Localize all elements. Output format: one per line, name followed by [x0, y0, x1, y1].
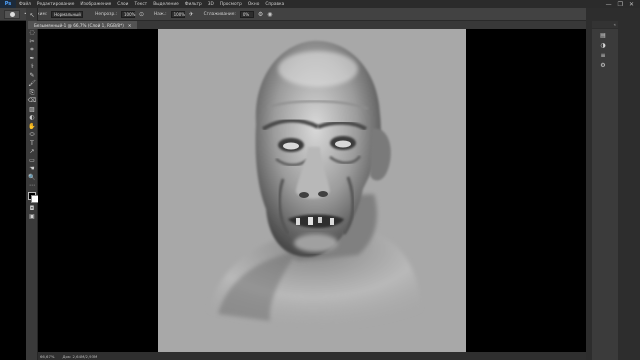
crop-tool-icon[interactable]: ⌗: [26, 46, 38, 55]
document-tab-title: Безымянный-1 @ 66,7% (Слой 1, RGB/8*): [34, 22, 124, 28]
menu-edit[interactable]: Редактирование: [34, 2, 78, 7]
path-select-tool-icon[interactable]: ↗: [26, 148, 38, 157]
pressure-size-icon[interactable]: ◉: [267, 11, 272, 18]
window-controls: — ❐ ✕: [606, 1, 640, 8]
brush-tool-icon[interactable]: 🖌: [26, 80, 38, 89]
menu-type[interactable]: Текст: [131, 2, 150, 7]
clone-stamp-tool-icon[interactable]: ⎘: [26, 89, 38, 98]
history-panel-icon[interactable]: ▤: [596, 31, 610, 39]
properties-panel-icon[interactable]: ⚙: [596, 61, 610, 69]
opacity-value: 100%: [124, 11, 136, 17]
flow-field[interactable]: 100%: [170, 10, 186, 18]
menu-window[interactable]: Окно: [245, 2, 262, 7]
collapse-panels-button[interactable]: «: [592, 21, 618, 28]
mode-value: Нормальный: [54, 11, 81, 17]
outside-area: [0, 8, 26, 360]
type-tool-icon[interactable]: T: [26, 140, 38, 149]
smoothing-value: 0%: [242, 11, 250, 17]
close-button[interactable]: ✕: [629, 1, 634, 8]
screen-mode-icon[interactable]: ▣: [26, 213, 38, 222]
smoothing-field[interactable]: 0%: [239, 10, 254, 18]
tab-close-icon[interactable]: ✕: [128, 23, 132, 28]
menu-filter[interactable]: Фильтр: [182, 2, 205, 7]
collapse-arrow-icon: «: [613, 22, 616, 27]
edit-toolbar-icon[interactable]: ⋯: [26, 182, 38, 191]
right-panel-dock: « ▤ ◑ ≡ ⚙: [586, 8, 640, 360]
hand-pan-tool-icon[interactable]: ☚: [26, 165, 38, 174]
pencil-tool-icon[interactable]: ✎: [26, 72, 38, 81]
workspace: [38, 29, 586, 352]
color-panel-icon[interactable]: ◑: [596, 41, 610, 49]
smoothing-label: Сглаживание:: [203, 11, 236, 17]
document-canvas[interactable]: [158, 29, 466, 352]
menu-3d[interactable]: 3D: [205, 2, 217, 7]
options-bar: • Режим: Нормальный Непрозр.: 100% ⊙ Наж…: [0, 8, 640, 21]
healing-tool-icon[interactable]: ⚕: [26, 63, 38, 72]
menu-image[interactable]: Изображение: [77, 2, 114, 7]
eyedropper-tool-icon[interactable]: ✒: [26, 55, 38, 64]
document-tab-bar: Безымянный-1 @ 66,7% (Слой 1, RGB/8*) ✕: [28, 21, 594, 29]
flow-value: 100%: [173, 11, 186, 17]
menu-bar: Ps Файл Редактирование Изображение Слои …: [0, 0, 640, 8]
shape-tool-icon[interactable]: ▭: [26, 157, 38, 166]
app-logo: Ps: [0, 0, 16, 8]
maximize-button[interactable]: ❐: [618, 1, 623, 8]
move-tool-icon[interactable]: ↖: [26, 12, 38, 21]
color-swatches[interactable]: [26, 191, 39, 205]
menu-layer[interactable]: Слои: [114, 2, 131, 7]
brush-icon: [9, 11, 15, 17]
menu-view[interactable]: Просмотр: [217, 2, 245, 7]
settings-gear-icon[interactable]: ⚙: [258, 11, 263, 18]
zoom-tool-icon[interactable]: 🔍: [26, 174, 38, 183]
painting-artwork: [206, 40, 421, 329]
status-bar: 66,67% Док: 2,64M/2,93M: [38, 352, 586, 360]
zoom-level[interactable]: 66,67%: [40, 354, 54, 359]
mode-select[interactable]: Нормальный: [51, 10, 84, 18]
gradient-tool-icon[interactable]: ▨: [26, 106, 38, 115]
airbrush-icon[interactable]: ✈: [189, 11, 194, 18]
tools-panel: ↖ ⬚ ◌ ✂ ⌗ ✒ ⚕ ✎ 🖌 ⎘ ⌫ ▨ ◐ ✋ ⬭ T ↗ ▭ ☚ 🔍 …: [26, 8, 39, 360]
menu-select[interactable]: Выделение: [150, 2, 182, 7]
quick-mask-icon[interactable]: ◘: [26, 205, 38, 214]
minimize-button[interactable]: —: [606, 1, 612, 8]
lasso-tool-icon[interactable]: ◌: [26, 29, 38, 38]
eraser-tool-icon[interactable]: ⌫: [26, 97, 38, 106]
menu-file[interactable]: Файл: [16, 2, 34, 7]
quick-select-tool-icon[interactable]: ✂: [26, 38, 38, 47]
pen-tool-icon[interactable]: ⬭: [26, 131, 38, 140]
dodge-tool-icon[interactable]: ◐: [26, 114, 38, 123]
panel-dock: [592, 29, 618, 360]
flow-label: Наж.:: [154, 11, 167, 17]
opacity-field[interactable]: 100%: [121, 10, 136, 18]
pressure-opacity-icon[interactable]: ⊙: [139, 11, 144, 18]
hand-tool-icon[interactable]: ✋: [26, 123, 38, 132]
document-size: Док: 2,64M/2,93M: [62, 353, 98, 359]
menu-help[interactable]: Справка: [262, 2, 287, 7]
layers-panel-icon[interactable]: ≡: [596, 51, 610, 59]
brush-preset-picker[interactable]: [4, 9, 20, 19]
document-tab[interactable]: Безымянный-1 @ 66,7% (Слой 1, RGB/8*) ✕: [28, 21, 138, 29]
opacity-label: Непрозр.:: [95, 11, 118, 17]
